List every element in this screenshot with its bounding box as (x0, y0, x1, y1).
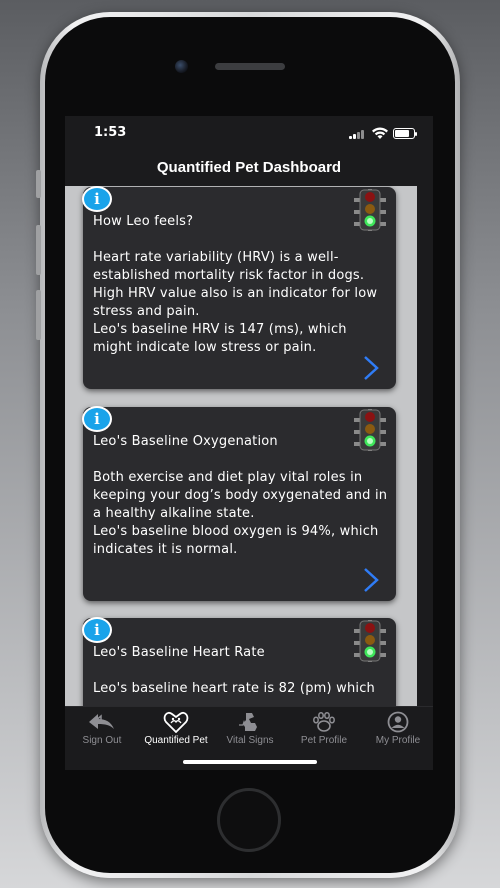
tab-label: Quantified Pet (144, 735, 208, 746)
cellular-signal-icon (349, 129, 365, 139)
tab-quantified-pet[interactable]: Quantified Pet (139, 711, 213, 751)
sign-out-icon (89, 714, 114, 729)
card-title: Leo's Baseline Oxygenation (93, 434, 278, 449)
page-title: Quantified Pet Dashboard (156, 158, 342, 176)
home-button[interactable] (217, 788, 281, 852)
home-indicator (183, 760, 317, 764)
chevron-right-icon[interactable] (360, 567, 382, 593)
app-screen: 1:53 Quantified Pet Dashboard i How Leo … (65, 116, 433, 770)
tab-label: My Profile (375, 735, 421, 746)
status-bar: 1:53 (65, 116, 433, 148)
scroll-track (417, 186, 433, 706)
pet-heart-icon (163, 711, 189, 733)
tab-label: Vital Signs (226, 735, 274, 746)
info-icon[interactable]: i (82, 186, 112, 212)
tab-label: Sign Out (82, 735, 122, 746)
user-profile-icon (387, 711, 409, 733)
volume-down-button (36, 290, 41, 340)
front-camera (175, 60, 188, 73)
tab-vital-signs[interactable]: Vital Signs (213, 711, 287, 751)
tab-my-profile[interactable]: My Profile (361, 711, 433, 751)
paw-icon (313, 711, 335, 732)
dog-vitals-icon (239, 713, 257, 731)
tab-sign-out[interactable]: Sign Out (65, 711, 139, 751)
traffic-light-icon (354, 620, 386, 662)
info-icon[interactable]: i (82, 617, 112, 643)
tab-label: Pet Profile (300, 735, 348, 746)
status-time: 1:53 (94, 125, 127, 140)
card-description: Leo's baseline heart rate is 82 (pm) whi… (93, 681, 375, 696)
navigation-bar: Quantified Pet Dashboard (65, 148, 433, 186)
battery-icon (393, 128, 417, 139)
card-hrv[interactable]: i How Leo feels? Heart rate variability … (82, 186, 396, 389)
tab-bar: Sign Out Quantified Pet Vital Signs Pet … (65, 706, 433, 753)
card-description: Both exercise and diet play vital roles … (93, 470, 388, 557)
info-icon[interactable]: i (82, 406, 112, 432)
dashboard-scroll-view[interactable]: i How Leo feels? Heart rate variability … (65, 186, 433, 706)
card-description: Heart rate variability (HRV) is a well-e… (93, 250, 378, 355)
traffic-light-icon (354, 189, 386, 231)
card-oxygenation[interactable]: i Leo's Baseline Oxygenation Both exerci… (82, 406, 396, 601)
wifi-icon (372, 127, 388, 139)
mute-switch (36, 170, 41, 198)
status-icons (349, 126, 419, 140)
tab-pet-profile[interactable]: Pet Profile (287, 711, 361, 751)
card-title: How Leo feels? (93, 214, 194, 229)
earpiece-speaker (215, 63, 285, 70)
volume-up-button (36, 225, 41, 275)
card-title: Leo's Baseline Heart Rate (93, 645, 265, 660)
traffic-light-icon (354, 409, 386, 451)
card-heart-rate[interactable]: i Leo's Baseline Heart Rate Leo's baseli… (82, 617, 396, 706)
chevron-right-icon[interactable] (360, 355, 382, 381)
